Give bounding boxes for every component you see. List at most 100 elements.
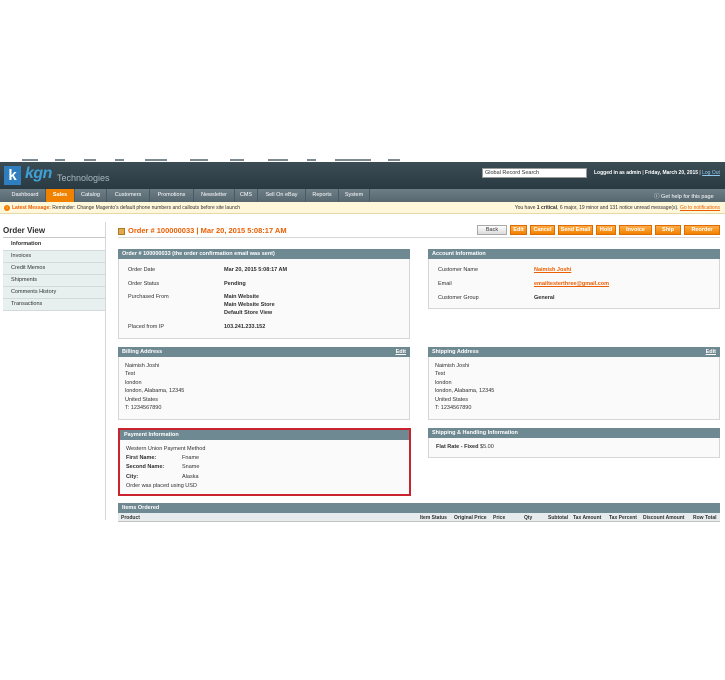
nav-cms[interactable]: CMS — [235, 189, 258, 202]
nav-dashboard[interactable]: Dashboard — [5, 189, 46, 202]
account-info-header: Account Information — [428, 249, 720, 259]
col-item-status: Item Status — [420, 515, 447, 521]
sidebar-item-invoices[interactable]: Invoices — [3, 251, 105, 263]
payment-highlight — [118, 428, 411, 496]
minor-count: 19 minor — [579, 205, 599, 211]
customer-group-label: Customer Group — [438, 295, 479, 301]
order-info-header: Order # 100000033 (the order confirmatio… — [118, 249, 410, 259]
shipping-edit-link[interactable]: Edit — [706, 347, 716, 357]
billing-line: london, Alabama, 12345 — [125, 388, 185, 394]
page-title: Order # 100000033 | Mar 20, 2015 5:08:17… — [128, 226, 287, 235]
warning-icon: ! — [4, 205, 10, 211]
col-tax-amount: Tax Amount — [573, 515, 602, 521]
logout-link[interactable]: Log Out — [702, 170, 720, 176]
shipping-rate-label: Flat Rate - Fixed — [436, 444, 479, 450]
shipping-line: Test — [435, 371, 446, 377]
col-original-price: Original Price — [454, 515, 487, 521]
placed-ip-label: Placed from IP — [128, 324, 165, 330]
billing-line: Naimish Joshi — [125, 363, 160, 369]
nav-sales[interactable]: Sales — [46, 189, 75, 202]
header-user-info: Logged in as admin | Friday, March 20, 2… — [594, 170, 720, 176]
billing-title: Billing Address — [122, 349, 163, 355]
header-date: Friday, March 20, 2015 — [645, 170, 699, 176]
items-ordered-header: Items Ordered — [118, 503, 720, 513]
col-discount-amount: Discount Amount — [643, 515, 685, 521]
billing-line: london — [125, 380, 142, 386]
system-message-bar: ! Latest Message: Reminder: Change Magen… — [0, 202, 725, 214]
nav-system[interactable]: System — [339, 189, 370, 202]
email-label: Email — [438, 281, 452, 287]
customer-name-link[interactable]: Naimish Joshi — [534, 267, 571, 273]
shipping-rate-value: $5.00 — [480, 444, 494, 450]
hold-button[interactable]: Hold — [596, 225, 616, 235]
sidebar-item-comments-history[interactable]: Comments History — [3, 287, 105, 299]
critical-count: 1 critical — [536, 205, 558, 211]
notice-count: 131 notice unread message(s). — [609, 205, 679, 211]
order-date-label: Order Date — [128, 267, 156, 273]
order-status-value: Pending — [224, 281, 246, 287]
invoice-button[interactable]: Invoice — [619, 225, 652, 235]
col-row-total: Row Total — [693, 515, 717, 521]
help-label: Get help for this page — [661, 194, 714, 200]
billing-line: T: 1234567890 — [125, 405, 162, 411]
latest-message-label: Latest Message: — [12, 205, 51, 211]
nav-promotions[interactable]: Promotions — [150, 189, 194, 202]
col-subtotal: Subtotal — [548, 515, 568, 521]
help-link[interactable]: ⓘ Get help for this page — [654, 192, 714, 200]
shipping-line: T: 1234567890 — [435, 405, 472, 411]
notifications-link[interactable]: Go to notifications — [680, 205, 720, 211]
send-email-button[interactable]: Send Email — [558, 225, 593, 235]
nav-sell-on-ebay[interactable]: Sell On eBay — [258, 189, 306, 202]
customer-name-label: Customer Name — [438, 267, 479, 273]
order-status-label: Order Status — [128, 281, 160, 287]
reorder-button[interactable]: Reorder — [684, 225, 720, 235]
customer-email-link[interactable]: emailtesterthree@gmail.com — [534, 281, 609, 287]
shipping-handling-header: Shipping & Handling Information — [428, 428, 720, 438]
order-date-value: Mar 20, 2015 5:08:17 AM — [224, 267, 288, 273]
placed-ip-value: 103.241.233.152 — [224, 324, 266, 330]
nav-catalog[interactable]: Catalog — [75, 189, 107, 202]
nav-newsletter[interactable]: Newsletter — [194, 189, 235, 202]
notification-summary: You have 1 critical, 6 major, 19 minor a… — [514, 205, 720, 211]
order-icon — [118, 228, 125, 235]
ship-button[interactable]: Ship — [655, 225, 681, 235]
customer-group-value: General — [534, 295, 555, 301]
sidebar-title: Order View — [3, 226, 46, 235]
logo-text: kgn — [25, 165, 52, 182]
back-button[interactable]: Back — [477, 225, 507, 235]
purchased-website: Main Website — [224, 294, 260, 300]
shipping-line: london, Alabama, 12345 — [435, 388, 495, 394]
shipping-title: Shipping Address — [432, 349, 479, 355]
cancel-button[interactable]: Cancel — [530, 225, 555, 235]
help-icon: ⓘ — [654, 194, 660, 200]
billing-header: Billing Address Edit — [118, 347, 410, 357]
billing-line: United States — [125, 397, 159, 403]
title-divider — [118, 237, 720, 238]
notification-prefix: You have — [514, 205, 536, 211]
col-price: Price — [493, 515, 506, 521]
global-search-input[interactable]: Global Record Search — [482, 168, 587, 178]
shipping-line: london — [435, 380, 452, 386]
sidebar-item-information[interactable]: Information — [3, 239, 105, 251]
col-tax-percent: Tax Percent — [609, 515, 637, 521]
shipping-header: Shipping Address Edit — [428, 347, 720, 357]
purchased-from-label: Purchased From — [128, 294, 169, 300]
billing-edit-link[interactable]: Edit — [396, 347, 406, 357]
sidebar-item-transactions[interactable]: Transactions — [3, 299, 105, 311]
purchased-store: Main Website Store — [224, 302, 275, 308]
purchased-store-view: Default Store View — [224, 310, 273, 316]
nav-customers[interactable]: Customers — [107, 189, 150, 202]
edit-button[interactable]: Edit — [510, 225, 527, 235]
logo-icon[interactable]: k — [4, 166, 21, 185]
sidebar-border — [105, 222, 106, 520]
sidebar-item-shipments[interactable]: Shipments — [3, 275, 105, 287]
col-product: Product — [121, 515, 140, 521]
shipping-line: Naimish Joshi — [435, 363, 470, 369]
sidebar-divider — [3, 237, 105, 238]
logo-subtext: Technologies — [57, 173, 110, 183]
col-qty: Qty — [524, 515, 533, 521]
logged-in-text: Logged in as admin — [594, 170, 641, 176]
sidebar-item-credit-memos[interactable]: Credit Memos — [3, 263, 105, 275]
shipping-rate: Flat Rate - Fixed $5.00 — [436, 444, 494, 450]
nav-reports[interactable]: Reports — [306, 189, 339, 202]
